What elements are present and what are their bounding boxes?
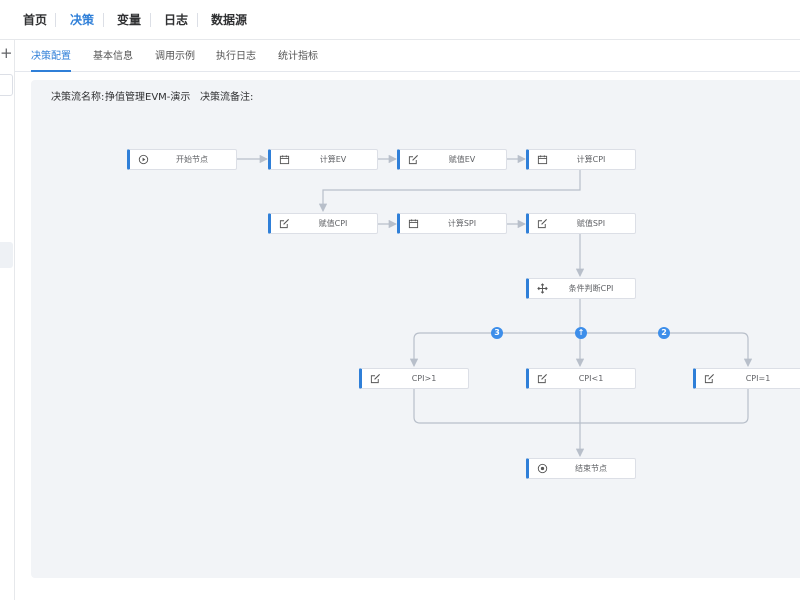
edge-merge-left <box>413 389 580 424</box>
node-label: 计算EV <box>319 155 347 164</box>
node-assign-cpi[interactable]: 赋值CPI <box>268 213 378 234</box>
edit-icon <box>279 218 290 229</box>
node-cpi-less[interactable]: CPI<1 <box>526 368 636 389</box>
node-label: CPI>1 <box>411 374 437 383</box>
edit-icon <box>704 373 715 384</box>
node-label: 赋值CPI <box>318 219 348 228</box>
edge-calc-cpi-assign-cpi <box>318 169 581 213</box>
node-end[interactable]: 结束节点 <box>526 458 636 479</box>
branch-badge-right[interactable]: 2 <box>658 327 670 339</box>
edit-icon <box>370 373 381 384</box>
node-cpi-equal[interactable]: CPI=1 <box>693 368 800 389</box>
flow-edges <box>237 154 753 458</box>
node-start[interactable]: 开始节点 <box>127 149 237 170</box>
node-calc-cpi[interactable]: 计算CPI <box>526 149 636 170</box>
node-label: CPI<1 <box>578 374 604 383</box>
node-label: CPI=1 <box>745 374 771 383</box>
branch-badge-left[interactable]: 3 <box>491 327 503 339</box>
node-calc-spi[interactable]: 计算SPI <box>397 213 507 234</box>
edge-merge-right <box>580 389 749 424</box>
calendar-icon <box>408 219 419 229</box>
move-icon <box>537 283 548 294</box>
edit-icon <box>408 154 419 165</box>
node-label: 计算CPI <box>576 155 606 164</box>
edit-icon <box>537 218 548 229</box>
calendar-icon <box>279 155 290 165</box>
node-label: 计算SPI <box>447 219 477 228</box>
branch-badge-middle[interactable]: ↑ <box>575 327 587 339</box>
node-assign-ev[interactable]: 赋值EV <box>397 149 507 170</box>
node-assign-spi[interactable]: 赋值SPI <box>526 213 636 234</box>
node-label: 赋值SPI <box>576 219 606 228</box>
stop-circle-icon <box>537 463 548 474</box>
node-label: 赋值EV <box>448 155 476 164</box>
play-circle-icon <box>138 154 149 165</box>
edit-icon <box>537 373 548 384</box>
node-cpi-greater[interactable]: CPI>1 <box>359 368 469 389</box>
node-calc-ev[interactable]: 计算EV <box>268 149 378 170</box>
node-label: 结束节点 <box>575 464 607 473</box>
calendar-icon <box>537 155 548 165</box>
node-condition-cpi[interactable]: 条件判断CPI <box>526 278 636 299</box>
node-label: 条件判断CPI <box>568 284 614 293</box>
node-label: 开始节点 <box>176 155 208 164</box>
